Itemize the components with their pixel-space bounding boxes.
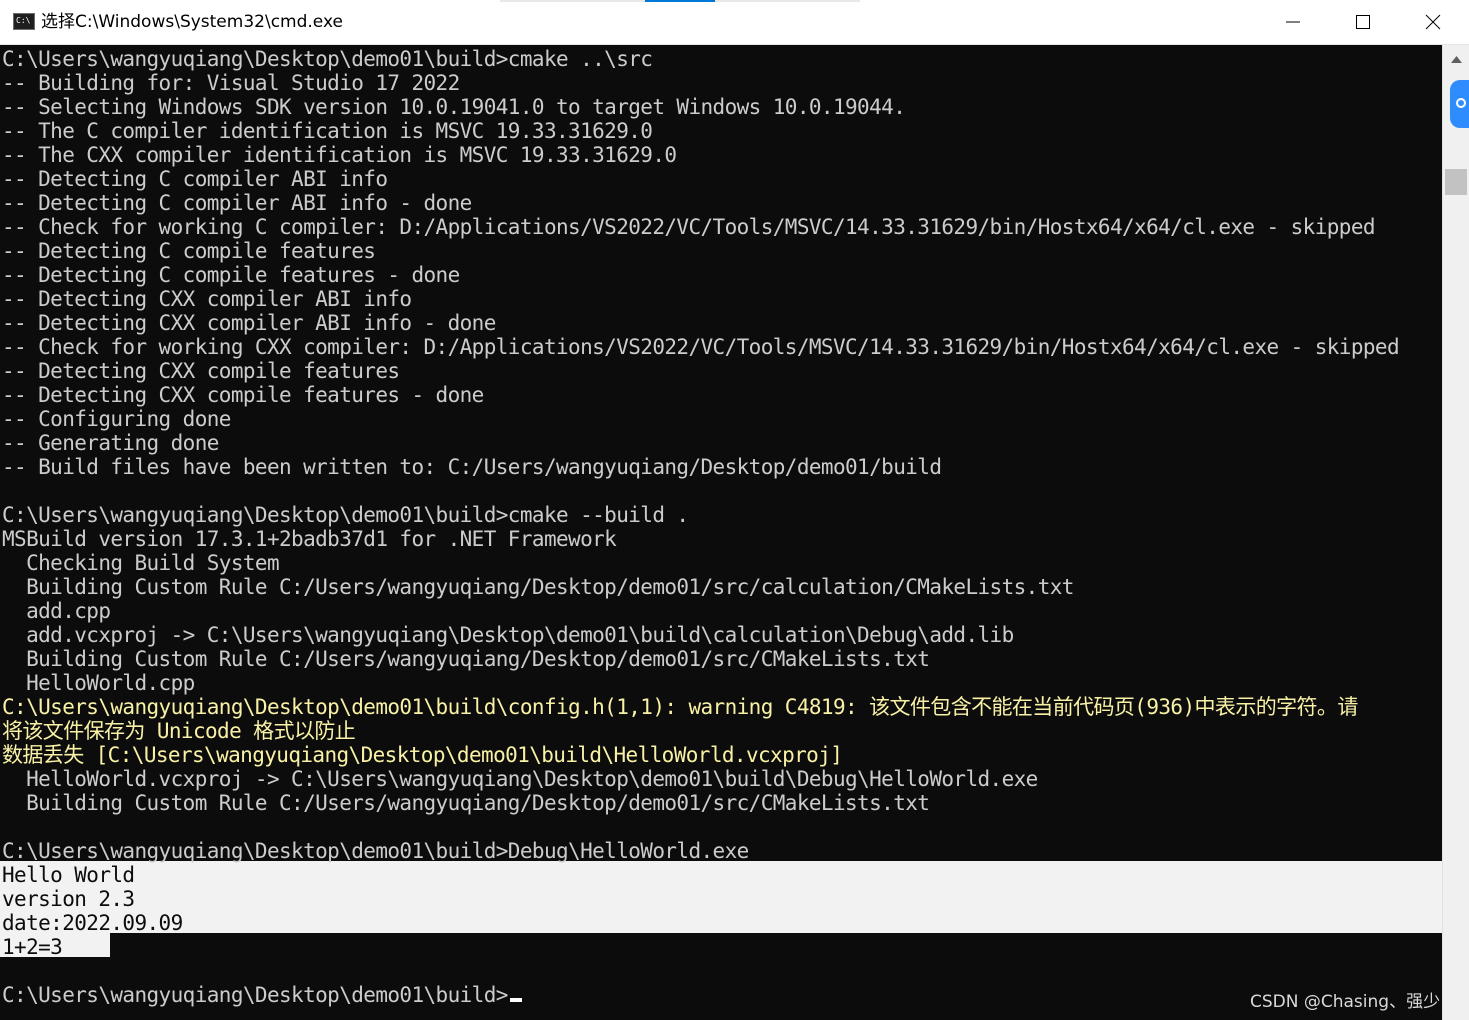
prompt-text: C:\Users\wangyuqiang\Desktop\demo01\buil…: [2, 983, 508, 1007]
console-line: -- Check for working C compiler: D:/Appl…: [2, 215, 1376, 239]
warning-line: 将该文件保存为 Unicode 格式以防止: [2, 719, 356, 743]
selected-output-line: Hello World: [2, 863, 135, 887]
console-line: -- Detecting C compile features - done: [2, 263, 460, 287]
maximize-icon: [1356, 15, 1370, 29]
close-icon: [1425, 14, 1441, 30]
console-app-icon[interactable]: C:\: [13, 13, 35, 30]
close-button[interactable]: [1398, 0, 1468, 44]
console-line: -- Detecting CXX compiler ABI info - don…: [2, 311, 496, 335]
console-line: -- The C compiler identification is MSVC…: [2, 119, 653, 143]
maximize-button[interactable]: [1328, 0, 1398, 44]
title-accent-highlight: [645, 0, 715, 2]
console-line: -- Configuring done: [2, 407, 231, 431]
console-line: -- Building for: Visual Studio 17 2022: [2, 71, 460, 95]
watermark: CSDN @Chasing、强少: [1250, 992, 1441, 1012]
console-line: -- Detecting CXX compiler ABI info: [2, 287, 412, 311]
window-title: 选择C:\Windows\System32\cmd.exe: [41, 12, 343, 32]
title-bar[interactable]: C:\ 选择C:\Windows\System32\cmd.exe: [0, 0, 1469, 45]
scroll-up-arrow-icon: [1451, 55, 1462, 63]
console-line: Building Custom Rule C:/Users/wangyuqian…: [2, 647, 930, 671]
warning-line: 数据丢失 [C:\Users\wangyuqiang\Desktop\demo0…: [2, 743, 843, 767]
scroll-up-button[interactable]: [1443, 49, 1469, 69]
console-line: -- Build files have been written to: C:/…: [2, 455, 942, 479]
warning-line: C:\Users\wangyuqiang\Desktop\demo01\buil…: [2, 695, 1358, 719]
console-line: -- Detecting CXX compile features: [2, 359, 400, 383]
text-cursor: [509, 998, 522, 1002]
selected-output-line: 1+2=3: [2, 935, 63, 959]
console-line: C:\Users\wangyuqiang\Desktop\demo01\buil…: [2, 47, 653, 71]
console-line: C:\Users\wangyuqiang\Desktop\demo01\buil…: [2, 839, 749, 863]
prompt-line[interactable]: C:\Users\wangyuqiang\Desktop\demo01\buil…: [2, 983, 1399, 1007]
console-line: Building Custom Rule C:/Users/wangyuqian…: [2, 575, 1074, 599]
console-line: add.vcxproj -> C:\Users\wangyuqiang\Desk…: [2, 623, 1014, 647]
console-lines: C:\Users\wangyuqiang\Desktop\demo01\buil…: [2, 47, 1400, 1007]
console-line: Checking Build System: [2, 551, 280, 575]
overlay-side-tab[interactable]: [1450, 80, 1469, 128]
console-line: HelloWorld.vcxproj -> C:\Users\wangyuqia…: [2, 767, 1038, 791]
console-line: -- Detecting C compiler ABI info - done: [2, 191, 472, 215]
console-line: -- Selecting Windows SDK version 10.0.19…: [2, 95, 906, 119]
console-line: -- Generating done: [2, 431, 219, 455]
console-line: MSBuild version 17.3.1+2badb37d1 for .NE…: [2, 527, 617, 551]
console-line: -- The CXX compiler identification is MS…: [2, 143, 677, 167]
console-line: -- Check for working CXX compiler: D:/Ap…: [2, 335, 1400, 359]
console-line: HelloWorld.cpp: [2, 671, 195, 695]
console-line: -- Detecting CXX compile features - done: [2, 383, 484, 407]
console-output[interactable]: C:\Users\wangyuqiang\Desktop\demo01\buil…: [0, 45, 1442, 1020]
console-line: -- Detecting C compiler ABI info: [2, 167, 388, 191]
scroll-thumb[interactable]: [1445, 169, 1467, 195]
console-line: Building Custom Rule C:/Users/wangyuqian…: [2, 791, 930, 815]
vertical-scrollbar[interactable]: [1442, 45, 1469, 1020]
console-line: -- Detecting C compile features: [2, 239, 376, 263]
console-line: C:\Users\wangyuqiang\Desktop\demo01\buil…: [2, 503, 689, 527]
selected-output-line: date:2022.09.09: [2, 911, 183, 935]
selected-output-line: version 2.3: [2, 887, 135, 911]
console-line: add.cpp: [2, 599, 111, 623]
side-tab-icon: [1456, 98, 1466, 108]
minimize-icon: [1286, 21, 1300, 23]
minimize-button[interactable]: [1258, 0, 1328, 44]
